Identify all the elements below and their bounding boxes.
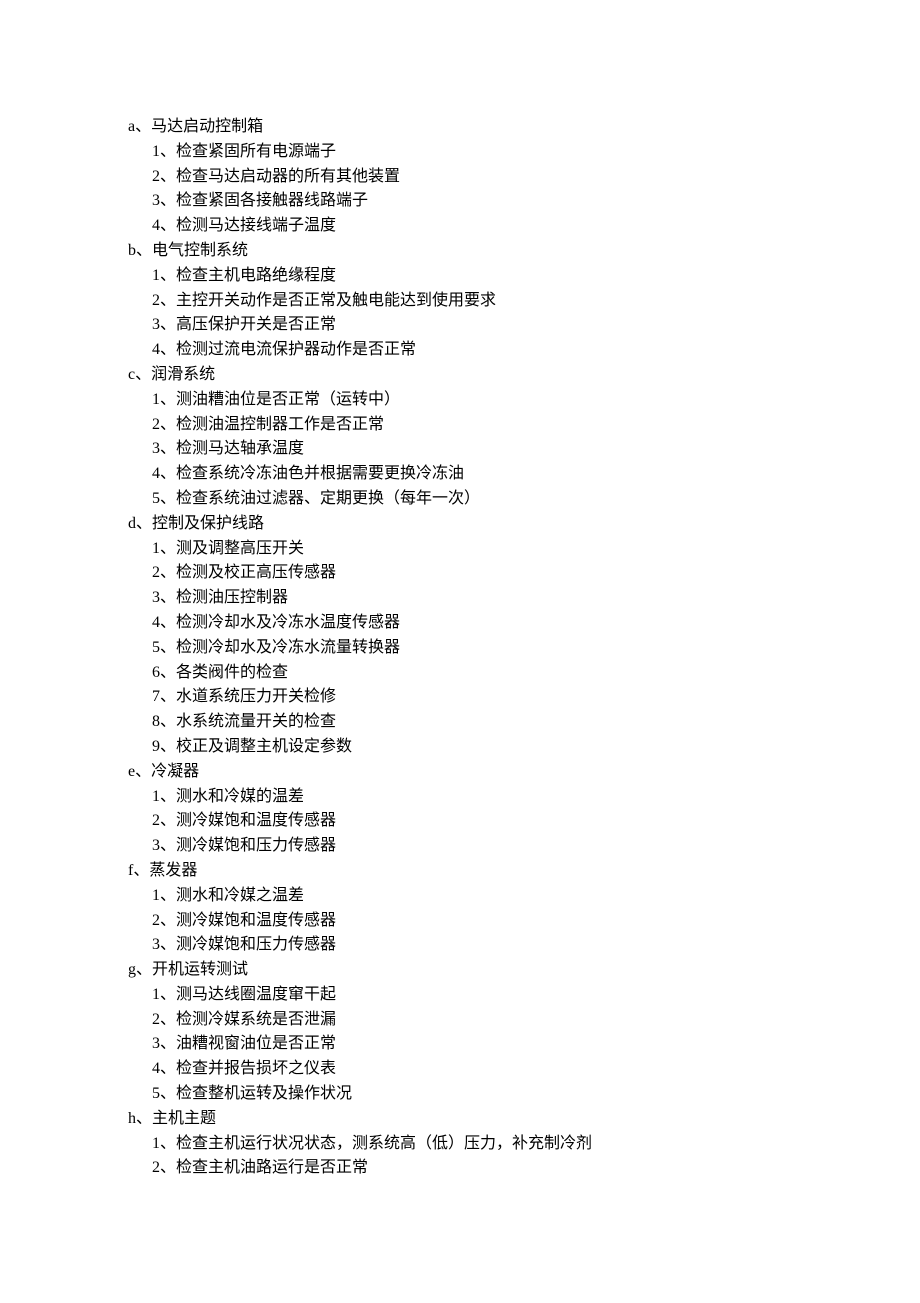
list-item: 2、测冷媒饱和温度传感器 xyxy=(128,909,920,934)
list-item: 1、测油糟油位是否正常（运转中） xyxy=(128,388,920,413)
section-label: f、蒸发器 xyxy=(128,859,920,884)
list-item: 7、水道系统压力开关检修 xyxy=(128,685,920,710)
list-item: 2、检查马达启动器的所有其他装置 xyxy=(128,165,920,190)
list-item: 8、水系统流量开关的检查 xyxy=(128,710,920,735)
section-label: b、电气控制系统 xyxy=(128,239,920,264)
section-label: d、控制及保护线路 xyxy=(128,512,920,537)
list-item: 1、测马达线圈温度窜干起 xyxy=(128,983,920,1008)
list-item: 6、各类阀件的检查 xyxy=(128,661,920,686)
list-item: 4、检测马达接线端子温度 xyxy=(128,214,920,239)
list-item: 4、检查并报告损坏之仪表 xyxy=(128,1057,920,1082)
document-body: a、马达启动控制箱1、检查紧固所有电源端子2、检查马达启动器的所有其他装置3、检… xyxy=(128,115,920,1181)
list-item: 5、检查整机运转及操作状况 xyxy=(128,1082,920,1107)
list-item: 3、测冷媒饱和压力传感器 xyxy=(128,834,920,859)
list-item: 1、测及调整高压开关 xyxy=(128,537,920,562)
list-item: 2、测冷媒饱和温度传感器 xyxy=(128,809,920,834)
list-item: 3、油糟视窗油位是否正常 xyxy=(128,1032,920,1057)
list-item: 3、检测马达轴承温度 xyxy=(128,437,920,462)
list-item: 2、检测油温控制器工作是否正常 xyxy=(128,413,920,438)
list-item: 2、检测及校正高压传感器 xyxy=(128,561,920,586)
section-label: g、开机运转测试 xyxy=(128,958,920,983)
list-item: 3、测冷媒饱和压力传感器 xyxy=(128,933,920,958)
list-item: 4、检测冷却水及冷冻水温度传感器 xyxy=(128,611,920,636)
list-item: 1、测水和冷媒之温差 xyxy=(128,884,920,909)
list-item: 2、主控开关动作是否正常及触电能达到使用要求 xyxy=(128,289,920,314)
list-item: 1、检查紧固所有电源端子 xyxy=(128,140,920,165)
list-item: 4、检测过流电流保护器动作是否正常 xyxy=(128,338,920,363)
list-item: 1、检查主机电路绝缘程度 xyxy=(128,264,920,289)
section-label: a、马达启动控制箱 xyxy=(128,115,920,140)
list-item: 9、校正及调整主机设定参数 xyxy=(128,735,920,760)
section-label: c、润滑系统 xyxy=(128,363,920,388)
list-item: 3、高压保护开关是否正常 xyxy=(128,313,920,338)
list-item: 1、测水和冷媒的温差 xyxy=(128,785,920,810)
list-item: 1、检查主机运行状况状态，测系统高（低）压力，补充制冷剂 xyxy=(128,1132,920,1157)
section-label: h、主机主题 xyxy=(128,1107,920,1132)
list-item: 3、检查紧固各接触器线路端子 xyxy=(128,189,920,214)
list-item: 5、检测冷却水及冷冻水流量转换器 xyxy=(128,636,920,661)
list-item: 2、检查主机油路运行是否正常 xyxy=(128,1156,920,1181)
section-label: e、冷凝器 xyxy=(128,760,920,785)
list-item: 4、检查系统冷冻油色并根据需要更换冷冻油 xyxy=(128,462,920,487)
list-item: 3、检测油压控制器 xyxy=(128,586,920,611)
list-item: 5、检查系统油过滤器、定期更换（每年一次） xyxy=(128,487,920,512)
list-item: 2、检测冷媒系统是否泄漏 xyxy=(128,1008,920,1033)
